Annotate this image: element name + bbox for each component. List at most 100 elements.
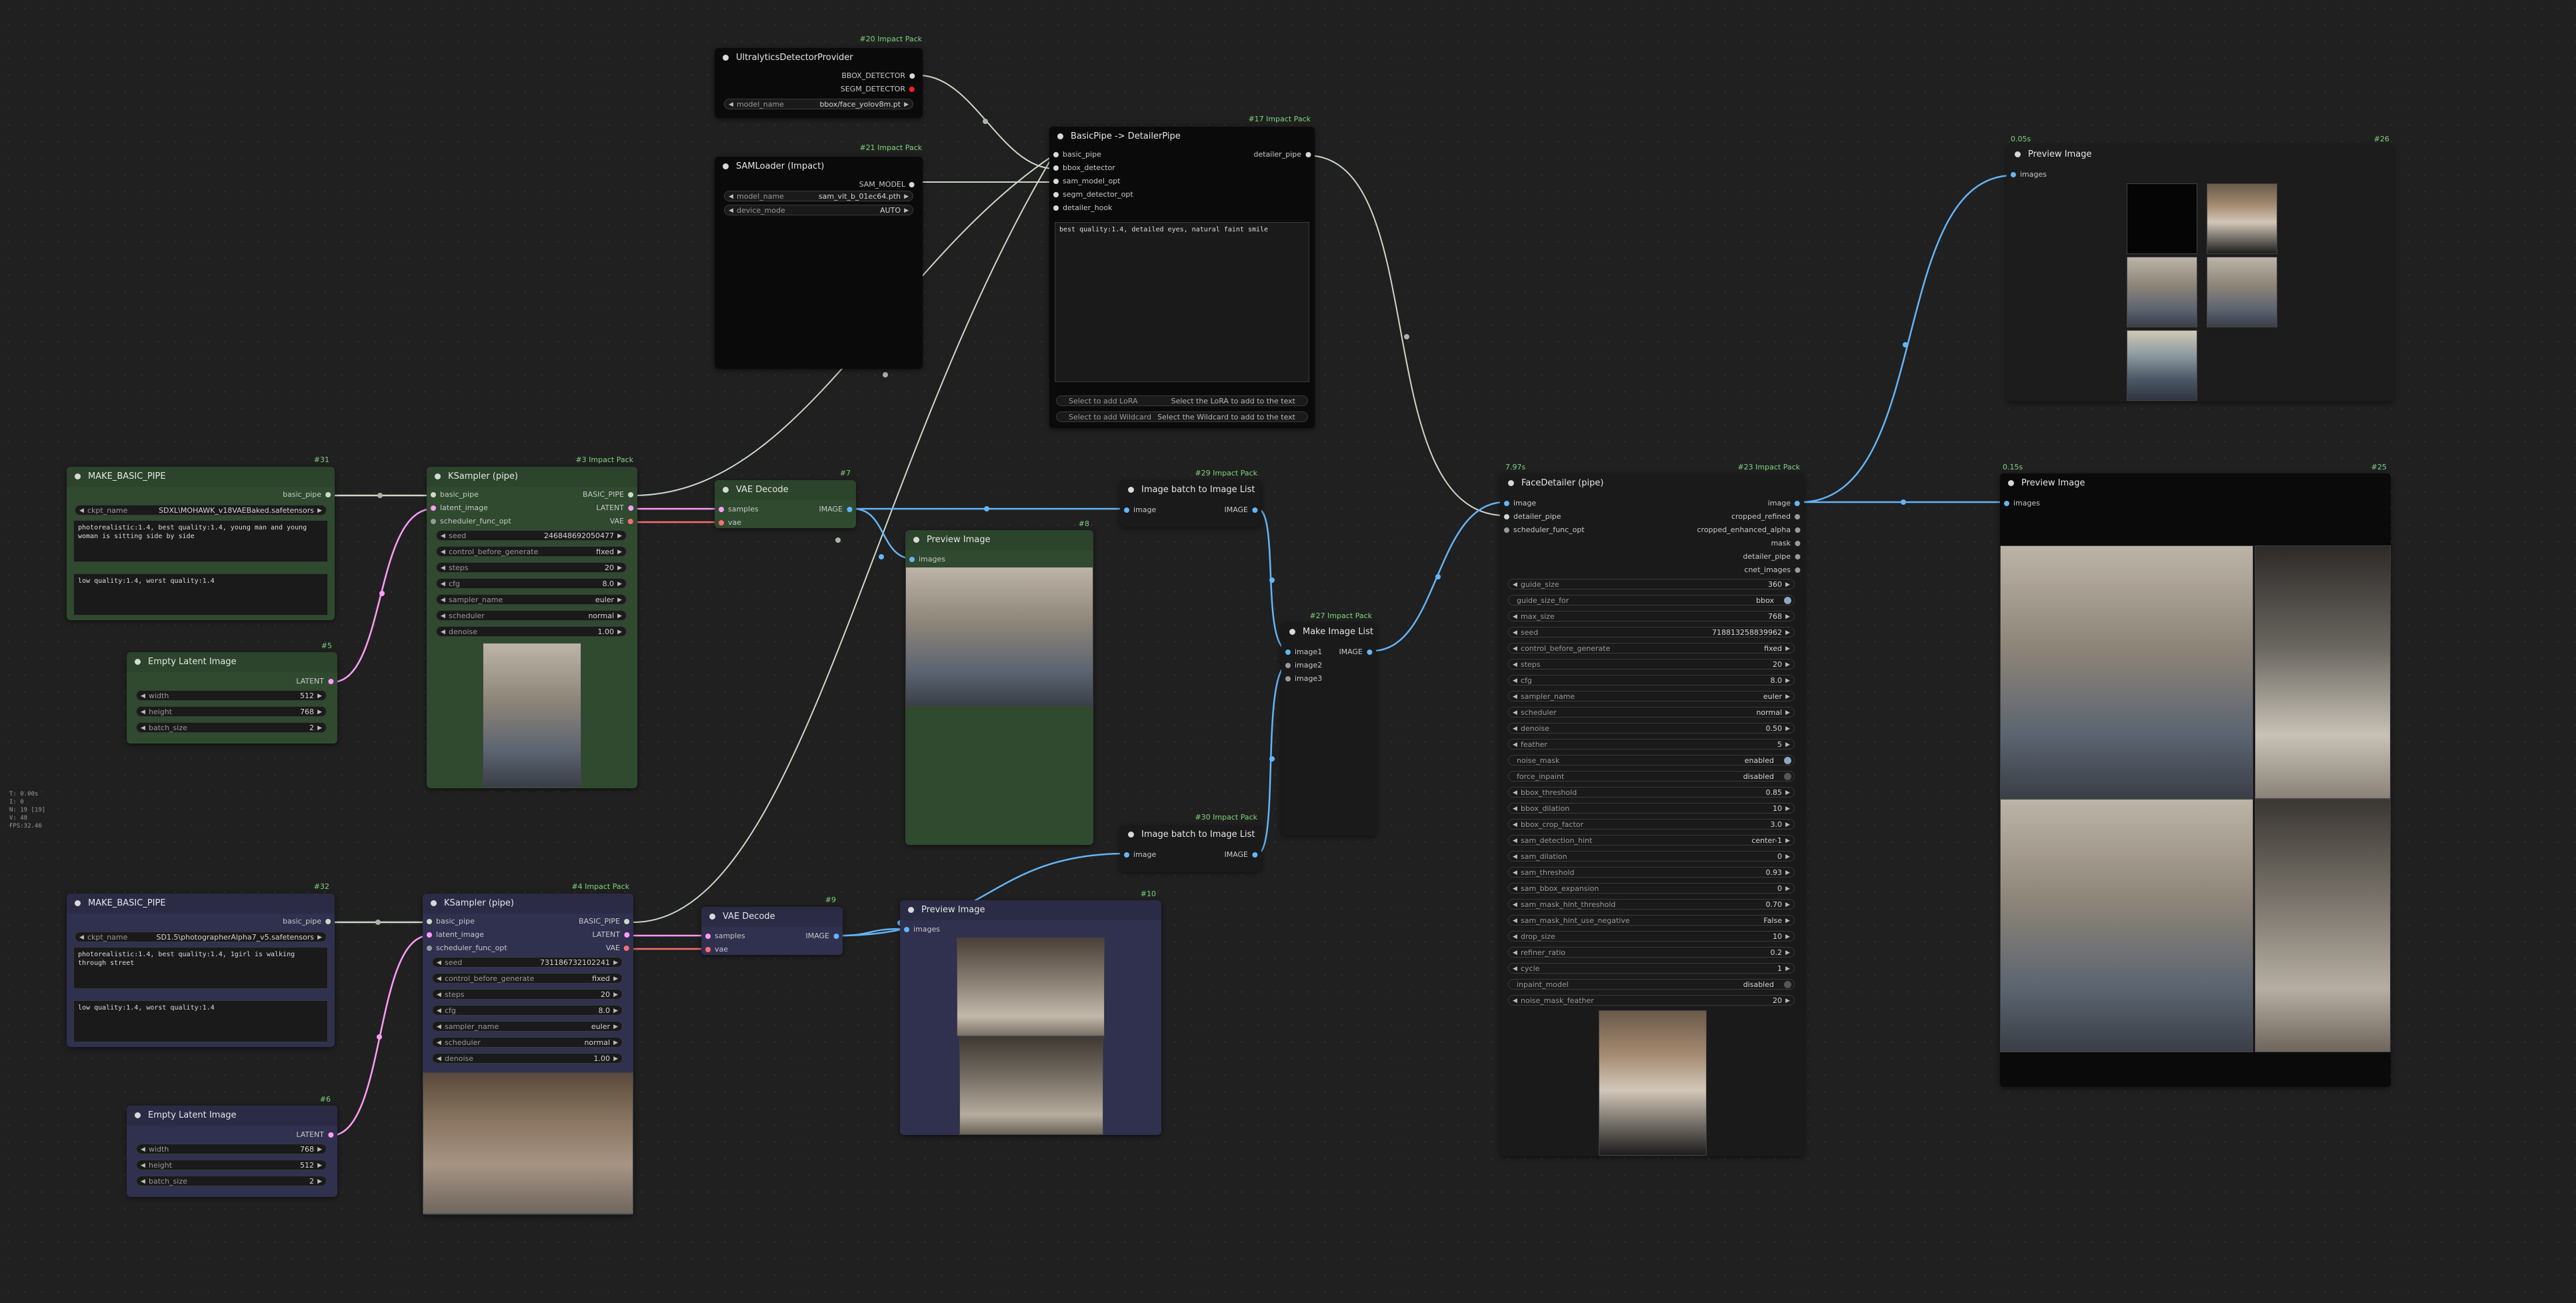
- widget[interactable]: ◀ sam_detection_hint ▶ center-1: [1508, 835, 1795, 846]
- prompt-textarea[interactable]: low quality:1.4, worst quality:1.4: [73, 1000, 328, 1042]
- node-title[interactable]: Preview Image: [905, 530, 1093, 550]
- decrement-arrow-icon[interactable]: ◀: [1513, 900, 1517, 909]
- input-slot[interactable]: bbox_detector: [1053, 163, 1115, 173]
- widget[interactable]: ◀ ckpt_name ▶ SD1.5\photographerAlpha7_v5.s…: [75, 932, 327, 942]
- slot-connector-icon[interactable]: [624, 946, 629, 951]
- widget[interactable]: ◀ cfg ▶ 8.0: [432, 1005, 623, 1016]
- widget[interactable]: ◀ sam_threshold ▶ 0.93: [1508, 867, 1795, 878]
- node-make-image-list-27[interactable]: Make Image List image1 image2 image3 IMAGE: [1281, 622, 1376, 836]
- increment-arrow-icon[interactable]: ▶: [617, 563, 622, 572]
- decrement-arrow-icon[interactable]: ◀: [1513, 884, 1517, 893]
- widget[interactable]: ◀ bbox_threshold ▶ 0.85: [1508, 787, 1795, 798]
- slot-connector-icon[interactable]: [1285, 676, 1291, 682]
- decrement-arrow-icon[interactable]: ◀: [1513, 820, 1517, 829]
- slot-connector-icon[interactable]: [431, 492, 436, 497]
- widget[interactable]: ◀ width ▶ 768: [136, 1144, 327, 1154]
- output-slot[interactable]: basic_pipe: [283, 490, 331, 499]
- widget[interactable]: ◀ cycle ▶ 1: [1508, 963, 1795, 974]
- decrement-arrow-icon[interactable]: ◀: [79, 505, 84, 515]
- preview-thumb-couple-1[interactable]: [2127, 257, 2197, 327]
- prompt-textarea[interactable]: photorealistic:1.4, best quality:1.4, yo…: [73, 520, 328, 562]
- increment-arrow-icon[interactable]: ▶: [1785, 724, 1790, 733]
- increment-arrow-icon[interactable]: ▶: [613, 1054, 618, 1063]
- slot-connector-icon[interactable]: [904, 927, 909, 932]
- node-basicpipe-to-detailerpipe[interactable]: BasicPipe -> DetailerPipe basic_pipe bbox_…: [1049, 127, 1315, 428]
- slot-connector-icon[interactable]: [1124, 507, 1129, 513]
- slot-connector-icon[interactable]: [1795, 527, 1800, 533]
- collapse-dot-icon[interactable]: [1128, 832, 1134, 838]
- output-slot[interactable]: IMAGE: [1224, 850, 1257, 860]
- input-slot[interactable]: image3: [1285, 674, 1322, 684]
- increment-arrow-icon[interactable]: ▶: [1785, 579, 1790, 589]
- slot-connector-icon[interactable]: [628, 505, 633, 511]
- toggle-knob-icon[interactable]: [1784, 773, 1791, 780]
- node-ksampler-pipe-3[interactable]: KSampler (pipe) basic_pipe latent_image sch…: [427, 467, 637, 788]
- collapse-dot-icon[interactable]: [431, 900, 437, 906]
- output-slot[interactable]: IMAGE: [819, 505, 852, 514]
- widget[interactable]: ◀noise_mask▶enabled: [1508, 755, 1795, 766]
- widget[interactable]: ◀force_inpaint▶disabled: [1508, 771, 1795, 782]
- decrement-arrow-icon[interactable]: ◀: [141, 1160, 145, 1170]
- node-title[interactable]: KSampler (pipe): [427, 467, 637, 487]
- increment-arrow-icon[interactable]: ▶: [613, 1038, 618, 1047]
- collapse-dot-icon[interactable]: [908, 907, 914, 913]
- increment-arrow-icon[interactable]: ▶: [1785, 820, 1790, 829]
- widget[interactable]: ◀ batch_size ▶ 2: [136, 722, 327, 733]
- input-slot[interactable]: detailer_pipe: [1504, 512, 1561, 521]
- node-title[interactable]: Empty Latent Image: [127, 652, 337, 672]
- decrement-arrow-icon[interactable]: ◀: [1513, 627, 1517, 637]
- increment-arrow-icon[interactable]: ▶: [1785, 852, 1790, 861]
- increment-arrow-icon[interactable]: ▶: [1785, 948, 1790, 957]
- widget[interactable]: ◀ bbox_crop_factor ▶ 3.0: [1508, 819, 1795, 830]
- input-slot[interactable]: vae: [719, 518, 741, 527]
- collapse-dot-icon[interactable]: [135, 659, 141, 665]
- widget[interactable]: ◀ control_before_generate ▶ fixed: [1508, 643, 1795, 654]
- widget[interactable]: ◀ seed ▶ 731186732102241: [432, 957, 623, 968]
- increment-arrow-icon[interactable]: ▶: [1785, 932, 1790, 941]
- decrement-arrow-icon[interactable]: ◀: [1513, 804, 1517, 813]
- decrement-arrow-icon[interactable]: ◀: [141, 723, 145, 732]
- decrement-arrow-icon[interactable]: ◀: [437, 958, 441, 967]
- increment-arrow-icon[interactable]: ▶: [317, 505, 322, 515]
- node-preview-image-25[interactable]: Preview Image images: [2000, 473, 2391, 1087]
- collapse-dot-icon[interactable]: [723, 487, 729, 493]
- widget[interactable]: ◀ batch_size ▶ 2: [136, 1176, 327, 1186]
- decrement-arrow-icon[interactable]: ◀: [441, 627, 445, 636]
- collapse-dot-icon[interactable]: [723, 163, 729, 169]
- slot-connector-icon[interactable]: [1795, 541, 1800, 546]
- node-title[interactable]: VAE Decode: [715, 480, 856, 500]
- increment-arrow-icon[interactable]: ▶: [1785, 884, 1790, 893]
- select-wildcard-button[interactable]: Select to add Wildcard Select the Wildcar…: [1056, 411, 1308, 422]
- widget[interactable]: ◀ sampler_name ▶ euler: [436, 594, 627, 605]
- node-title[interactable]: Image batch to Image List: [1120, 825, 1261, 845]
- slot-connector-icon[interactable]: [909, 182, 915, 187]
- node-face-detailer-pipe-23[interactable]: FaceDetailer (pipe) image detailer_pipe sch…: [1500, 473, 1804, 1156]
- slot-connector-icon[interactable]: [1367, 649, 1372, 655]
- preview-thumb-empty[interactable]: [2127, 183, 2197, 254]
- output-slot[interactable]: BBOX_DETECTOR: [841, 71, 915, 81]
- node-image-batch-to-list-29[interactable]: Image batch to Image List image IMAGE: [1120, 480, 1261, 527]
- widget[interactable]: ◀guide_size_for▶bbox: [1508, 595, 1795, 605]
- widget[interactable]: ◀ cfg ▶ 8.0: [1508, 675, 1795, 686]
- slot-connector-icon[interactable]: [1124, 852, 1129, 858]
- input-slot[interactable]: basic_pipe: [1053, 150, 1101, 159]
- decrement-arrow-icon[interactable]: ◀: [729, 205, 733, 215]
- decrement-arrow-icon[interactable]: ◀: [437, 1054, 441, 1063]
- increment-arrow-icon[interactable]: ▶: [1785, 643, 1790, 653]
- slot-connector-icon[interactable]: [719, 507, 724, 512]
- increment-arrow-icon[interactable]: ▶: [617, 579, 622, 588]
- slot-connector-icon[interactable]: [1795, 501, 1800, 506]
- slot-connector-icon[interactable]: [909, 73, 915, 79]
- decrement-arrow-icon[interactable]: ◀: [437, 990, 441, 999]
- widget[interactable]: ◀ width ▶ 512: [136, 690, 327, 701]
- widget[interactable]: ◀ steps ▶ 20: [432, 989, 623, 1000]
- slot-connector-icon[interactable]: [427, 946, 432, 951]
- collapse-dot-icon[interactable]: [913, 537, 919, 543]
- increment-arrow-icon[interactable]: ▶: [904, 191, 909, 201]
- node-title[interactable]: MAKE_BASIC_PIPE: [67, 467, 335, 487]
- output-slot[interactable]: IMAGE: [1224, 505, 1257, 515]
- slot-connector-icon[interactable]: [719, 520, 724, 525]
- increment-arrow-icon[interactable]: ▶: [1785, 836, 1790, 845]
- slot-connector-icon[interactable]: [427, 919, 432, 924]
- widget[interactable]: ◀ scheduler ▶ normal: [432, 1037, 623, 1048]
